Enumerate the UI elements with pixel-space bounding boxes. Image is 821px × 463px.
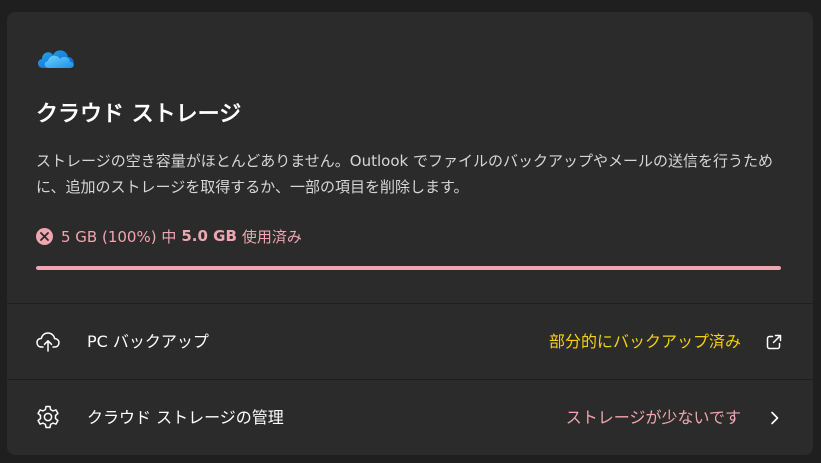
pc-backup-label: PC バックアップ <box>87 332 209 351</box>
manage-storage-row[interactable]: クラウド ストレージの管理 ストレージが少ないです <box>7 379 813 455</box>
cloud-upload-icon <box>36 332 60 352</box>
backup-status: 部分的にバックアップ済み <box>548 332 741 351</box>
storage-low-status: ストレージが少ないです <box>565 408 741 427</box>
usage-suffix: 使用済み <box>241 227 302 246</box>
manage-storage-label: クラウド ストレージの管理 <box>87 408 284 427</box>
error-circle-icon <box>36 227 53 245</box>
storage-progress-fill <box>36 266 781 270</box>
gear-icon <box>37 405 59 429</box>
storage-usage: 5 GB (100%) 中 5.0 GB 使用済み <box>36 224 302 248</box>
open-external-icon[interactable] <box>765 333 783 351</box>
page-title: クラウド ストレージ <box>36 102 242 127</box>
chevron-right-icon[interactable] <box>765 409 783 427</box>
onedrive-cloud-icon <box>37 50 74 68</box>
cloud-storage-card: クラウド ストレージ ストレージの空き容量がほとんどありません。Outlook … <box>7 12 813 455</box>
usage-used: 5.0 GB <box>181 227 237 245</box>
storage-progress-bar <box>36 266 781 270</box>
storage-summary: クラウド ストレージ ストレージの空き容量がほとんどありません。Outlook … <box>7 12 813 303</box>
pc-backup-row[interactable]: PC バックアップ 部分的にバックアップ済み <box>7 303 813 378</box>
usage-total: 5 GB (100%) 中 <box>61 227 177 246</box>
storage-warning-text: ストレージの空き容量がほとんどありません。Outlook でファイルのバックアッ… <box>36 152 773 196</box>
